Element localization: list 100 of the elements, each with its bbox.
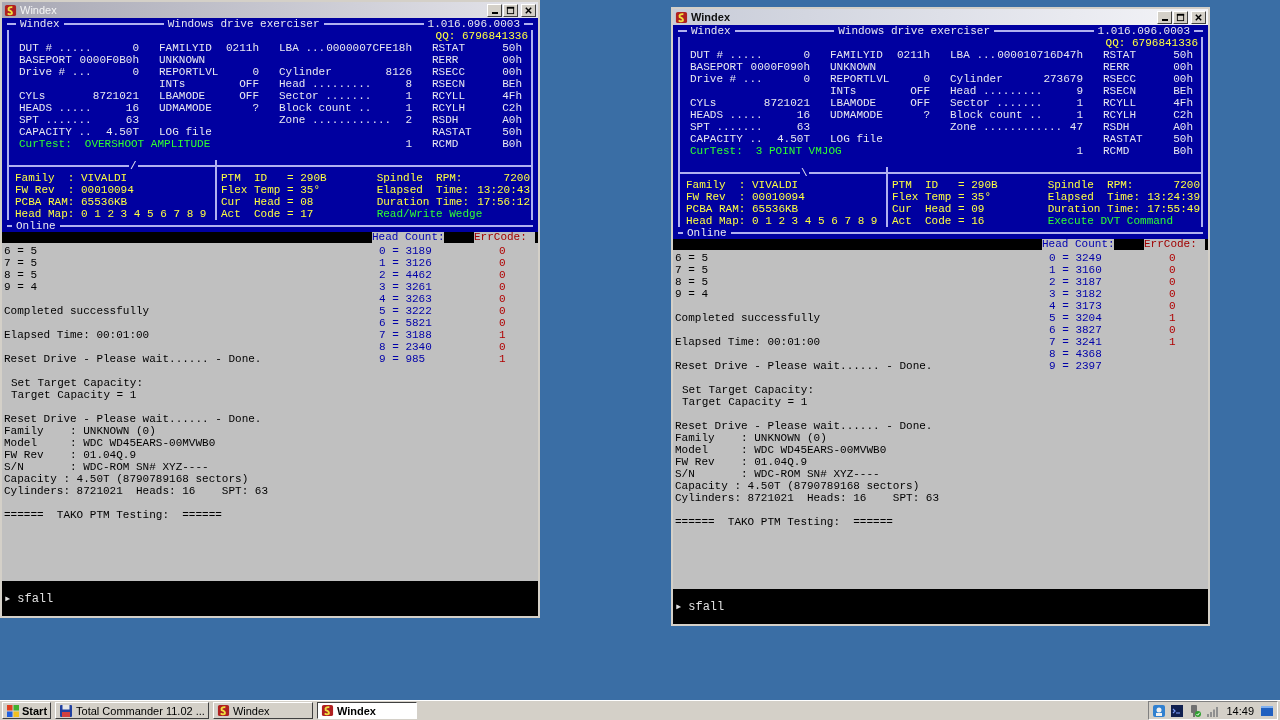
field-value: 2: [405, 114, 412, 126]
field-value: 00h: [502, 54, 522, 66]
log-line: 8 = 5: [675, 276, 709, 288]
field-value: 00h: [1173, 73, 1193, 85]
field-value: OFF: [239, 78, 259, 90]
field-label: Elapsed Time:: [376, 184, 470, 196]
start-button[interactable]: Start: [2, 702, 52, 719]
minimize-button[interactable]: [487, 3, 502, 17]
taskbar-button[interactable]: Windex: [212, 702, 313, 719]
log-line: Reset Drive - Please wait...... - Done.: [675, 360, 934, 372]
field-value: OFF: [910, 85, 930, 97]
field-label: INTs: [159, 78, 186, 90]
field-value: 63: [125, 114, 139, 126]
log-line: Model : WDC WD45EARS-00MVWB0: [675, 444, 888, 456]
info-line: Flex Temp = 35°: [892, 191, 993, 203]
log-line: ====== TAKO PTM Testing: ======: [4, 509, 223, 521]
log-line: FW Rev : 01.04Q.9: [675, 456, 809, 468]
field-label: Drive # ...: [19, 66, 92, 78]
error-code: 0: [499, 305, 506, 317]
head-count: 5 = 3204: [1048, 312, 1103, 324]
close-button[interactable]: [1191, 10, 1206, 24]
field-label: Cylinder: [279, 66, 332, 78]
field-value: 17:56:12: [477, 196, 530, 208]
minimize-icon: [1161, 19, 1168, 21]
field-value: 00h: [1173, 61, 1193, 73]
field-value: 47: [1069, 121, 1083, 133]
info-line: Flex Temp = 35°: [221, 184, 322, 196]
head-count: 7 = 3241: [1048, 336, 1103, 348]
log-line: Completed successfully: [4, 305, 151, 317]
field-label: Head .........: [950, 85, 1043, 97]
terminal-icon[interactable]: [1170, 703, 1185, 718]
error-code: 1: [499, 353, 506, 365]
info-line: Head Map: 0 1 2 3 4 5 6 7 8 9: [686, 215, 879, 227]
field-label: RSECC: [1103, 73, 1136, 85]
field-label: Zone ............: [279, 114, 392, 126]
field-label: LBA ...: [950, 49, 997, 61]
info-line: Family : VIVALDI: [15, 172, 129, 184]
log-line: 6 = 5: [4, 245, 38, 257]
field-value: 7200: [503, 172, 530, 184]
field-value: 7200: [1173, 179, 1200, 191]
taskbar-button[interactable]: Total Commander 11.02 ...: [55, 702, 209, 719]
qq-label: QQ: 6796841336: [1105, 37, 1198, 49]
error-code: 0: [499, 281, 506, 293]
log-line: Capacity : 4.50T (8790789168 sectors): [4, 473, 250, 485]
field-label: RERR: [1103, 61, 1130, 73]
field-value: ?: [923, 109, 930, 121]
error-code: 0: [499, 269, 506, 281]
column-header: ErrCode:: [1144, 239, 1205, 250]
app-name: Windex: [690, 25, 732, 37]
head-count: 4 = 3263: [378, 293, 433, 305]
log-line: S/N : WDC-ROM SN# XYZ----: [4, 461, 210, 473]
head-count: 3 = 3261: [378, 281, 433, 293]
field-label: RSECN: [432, 78, 465, 90]
connection-status: Online: [15, 220, 57, 232]
field-label: RCMD: [1103, 145, 1130, 157]
maximize-icon: [506, 5, 515, 15]
field-value: 16: [125, 102, 139, 114]
field-label: LBAMODE: [830, 97, 877, 109]
log-line: Target Capacity = 1: [682, 396, 809, 408]
field-label: CAPACITY ..: [19, 126, 92, 138]
field-label: Duration Time:: [1047, 203, 1141, 215]
log-line: Capacity : 4.50T (8790789168 sectors): [675, 480, 921, 492]
field-value: 0: [132, 42, 139, 54]
field-label: Sector .......: [279, 90, 372, 102]
field-label: HEADS .....: [19, 102, 92, 114]
field-label: RCYLH: [432, 102, 465, 114]
maximize-button[interactable]: [1173, 10, 1188, 24]
close-button[interactable]: [521, 3, 536, 17]
command-text[interactable]: sfall: [688, 599, 725, 614]
log-line: Cylinders: 8721021 Heads: 16 SPT: 63: [4, 485, 270, 497]
maximize-icon: [1176, 12, 1185, 22]
field-label: CAPACITY ..: [690, 133, 763, 145]
maximize-button[interactable]: [503, 3, 518, 17]
field-label: RERR: [432, 54, 459, 66]
app-icon[interactable]: [1152, 703, 1167, 718]
minimize-button[interactable]: [1157, 10, 1172, 24]
command-text[interactable]: sfall: [17, 591, 54, 606]
head-count: 4 = 3173: [1048, 300, 1103, 312]
close-icon: [1194, 12, 1203, 22]
log-line: 9 = 4: [4, 281, 38, 293]
field-label: CurTest:: [19, 138, 72, 150]
head-count: 0 = 3189: [378, 245, 433, 257]
head-count: 6 = 5821: [378, 317, 433, 329]
prompt-marker: ▸: [4, 591, 12, 606]
error-code: 1: [1169, 336, 1176, 348]
field-value: 8721021: [763, 97, 810, 109]
info-line: PTM ID = 290B: [892, 179, 998, 191]
minimize-icon: [491, 12, 498, 14]
error-code: 0: [1169, 252, 1176, 264]
taskbar-button[interactable]: Windex: [316, 702, 417, 719]
field-value: OVERSHOOT AMPLITUDE: [84, 138, 211, 150]
field-label: RSTAT: [1103, 49, 1136, 61]
field-label: RSTAT: [432, 42, 465, 54]
show-desktop-icon[interactable]: [1260, 703, 1274, 718]
field-label: HEADS .....: [690, 109, 763, 121]
error-code: 0: [1169, 324, 1176, 336]
field-value: 3 POINT VMJOG: [755, 145, 842, 157]
field-label: INTs: [830, 85, 857, 97]
field-label: RCYLL: [1103, 97, 1136, 109]
error-code: 0: [1169, 276, 1176, 288]
